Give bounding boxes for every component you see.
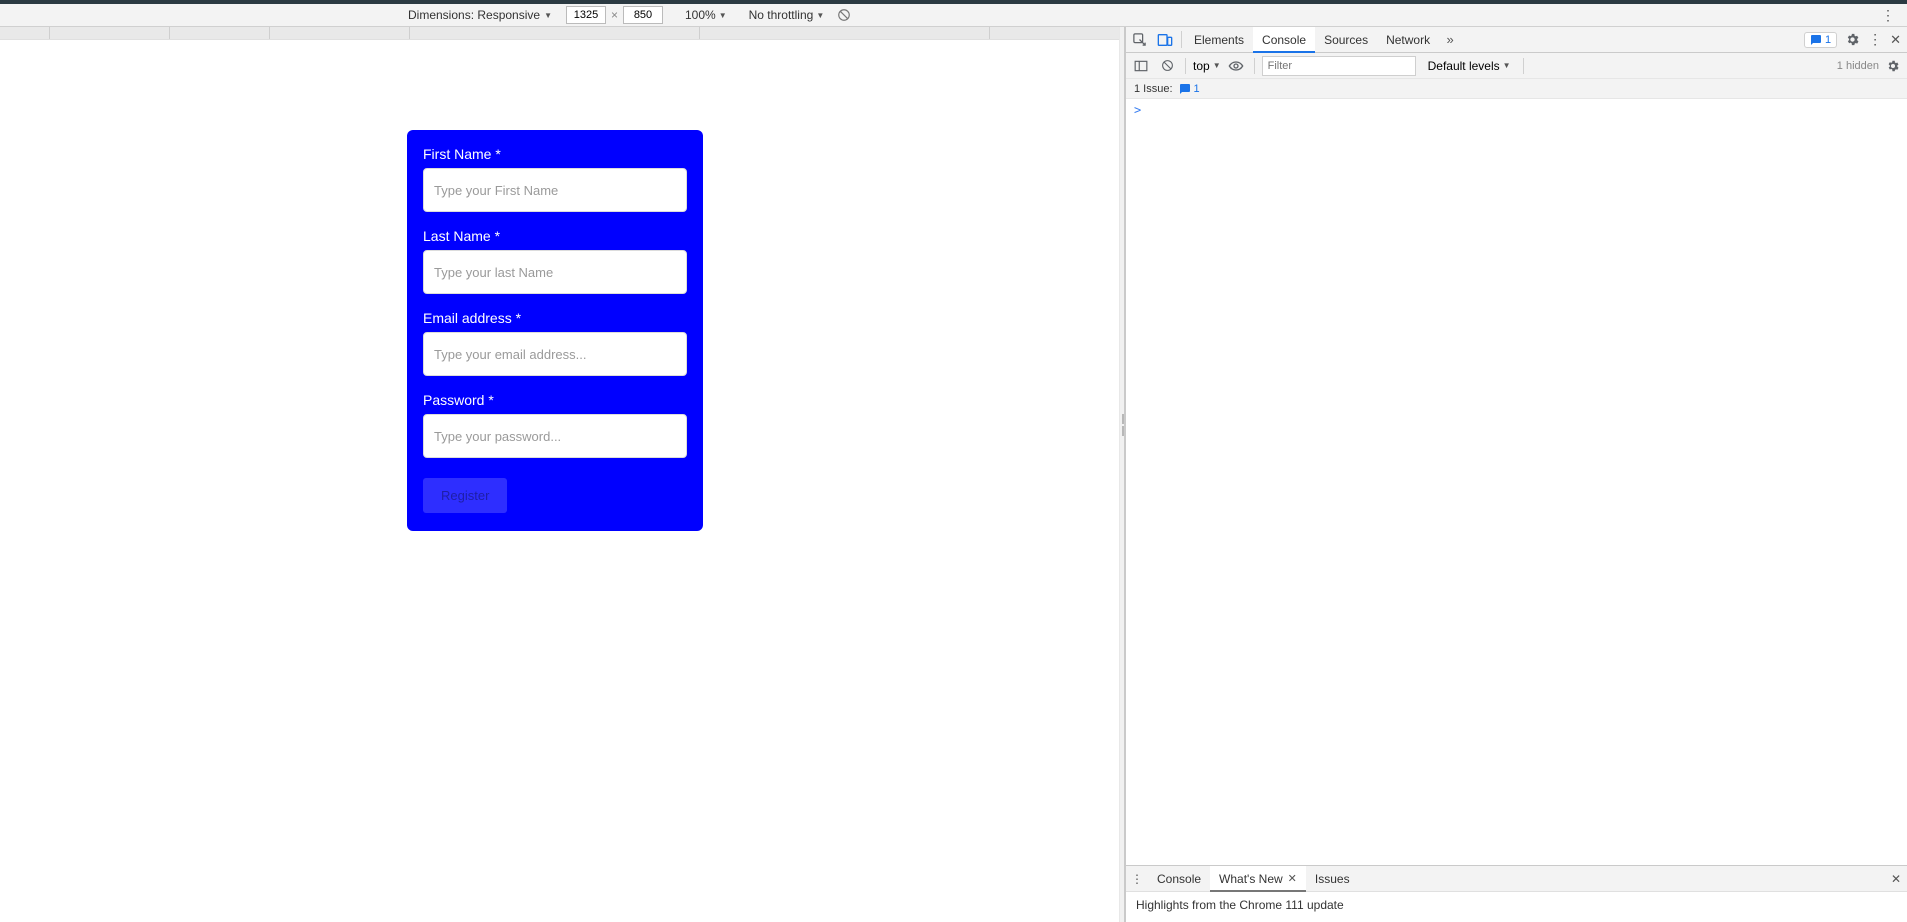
kebab-menu-icon[interactable]: ⋮ [1868, 31, 1882, 48]
settings-icon[interactable] [1845, 32, 1860, 47]
throttling-value: No throttling [749, 8, 814, 22]
inspect-icon[interactable] [1126, 27, 1152, 52]
execution-context-dropdown[interactable]: top ▼ [1193, 59, 1221, 73]
registration-form: First Name * Last Name * Email address * [407, 130, 703, 531]
drawer-menu-icon[interactable]: ⋮ [1126, 866, 1148, 891]
password-label: Password * [423, 392, 687, 408]
issues-chip[interactable]: 1 [1804, 32, 1837, 48]
devtools-tabs: Elements Console Sources Network » 1 ⋮ ✕ [1126, 27, 1907, 53]
issues-chip-count: 1 [1825, 34, 1831, 46]
rotate-icon[interactable] [836, 7, 852, 23]
toggle-sidebar-icon[interactable] [1130, 55, 1152, 77]
chevron-down-icon: ▼ [719, 11, 727, 20]
chevron-down-icon: ▼ [544, 11, 552, 20]
live-expression-icon[interactable] [1225, 55, 1247, 77]
register-button[interactable]: Register [423, 478, 507, 513]
drawer-tabs: ⋮ Console What's New ✕ Issues ✕ [1126, 866, 1907, 892]
drawer-tab-whats-new[interactable]: What's New ✕ [1210, 866, 1306, 891]
tab-console[interactable]: Console [1253, 27, 1315, 52]
log-levels-dropdown[interactable]: Default levels ▼ [1428, 59, 1511, 73]
dimension-separator: × [611, 8, 618, 22]
chevron-down-icon: ▼ [816, 11, 824, 20]
panel-divider[interactable] [1119, 27, 1125, 922]
devtools-drawer: ⋮ Console What's New ✕ Issues ✕ Highligh… [1126, 865, 1907, 922]
dimensions-label: Dimensions: Responsive [408, 8, 540, 22]
email-input[interactable] [423, 332, 687, 376]
last-name-input[interactable] [423, 250, 687, 294]
issues-badge-count: 1 [1194, 83, 1200, 95]
ruler [0, 27, 1119, 39]
last-name-label: Last Name * [423, 228, 687, 244]
email-label: Email address * [423, 310, 687, 326]
issues-bar-label: 1 Issue: [1134, 83, 1173, 95]
more-options-icon[interactable]: ⋮ [1881, 7, 1895, 24]
rendered-page: First Name * Last Name * Email address * [10, 58, 1099, 878]
close-drawer-icon[interactable]: ✕ [1885, 866, 1907, 891]
more-tabs-icon[interactable]: » [1439, 27, 1461, 52]
zoom-dropdown[interactable]: 100% ▼ [685, 8, 727, 22]
tab-elements[interactable]: Elements [1185, 27, 1253, 52]
drawer-tab-whats-new-label: What's New [1219, 872, 1283, 886]
device-toolbar: Dimensions: Responsive ▼ × 100% ▼ No thr… [0, 4, 1907, 27]
width-input[interactable] [566, 6, 606, 24]
console-settings-icon[interactable] [1883, 59, 1903, 73]
drawer-body: Highlights from the Chrome 111 update [1126, 892, 1907, 922]
close-icon[interactable]: ✕ [1288, 872, 1297, 885]
tab-network[interactable]: Network [1377, 27, 1439, 52]
devtools-panel: Elements Console Sources Network » 1 ⋮ ✕ [1125, 27, 1907, 922]
drawer-body-text: Highlights from the Chrome 111 update [1136, 898, 1344, 912]
drawer-tab-issues[interactable]: Issues [1306, 866, 1359, 891]
issues-badge: 1 [1179, 83, 1200, 95]
filter-input[interactable] [1262, 56, 1416, 76]
clear-console-icon[interactable] [1156, 55, 1178, 77]
context-value: top [1193, 59, 1210, 73]
height-input[interactable] [623, 6, 663, 24]
hidden-count: 1 hidden [1837, 60, 1879, 72]
first-name-label: First Name * [423, 146, 687, 162]
drawer-tab-console[interactable]: Console [1148, 866, 1210, 891]
dimensions-dropdown[interactable]: Dimensions: Responsive ▼ [408, 8, 552, 22]
first-name-input[interactable] [423, 168, 687, 212]
password-input[interactable] [423, 414, 687, 458]
zoom-value: 100% [685, 8, 716, 22]
chevron-down-icon: ▼ [1213, 61, 1221, 70]
close-devtools-icon[interactable]: ✕ [1890, 32, 1901, 48]
issues-bar[interactable]: 1 Issue: 1 [1126, 79, 1907, 99]
device-viewport: First Name * Last Name * Email address * [0, 27, 1119, 922]
levels-label: Default levels [1428, 59, 1500, 73]
console-body[interactable]: > [1126, 99, 1907, 865]
console-prompt: > [1134, 103, 1141, 117]
toggle-device-icon[interactable] [1152, 27, 1178, 52]
chevron-down-icon: ▼ [1503, 61, 1511, 70]
throttling-dropdown[interactable]: No throttling ▼ [749, 8, 825, 22]
console-toolbar: top ▼ Default levels ▼ 1 hidden [1126, 53, 1907, 79]
tab-sources[interactable]: Sources [1315, 27, 1377, 52]
